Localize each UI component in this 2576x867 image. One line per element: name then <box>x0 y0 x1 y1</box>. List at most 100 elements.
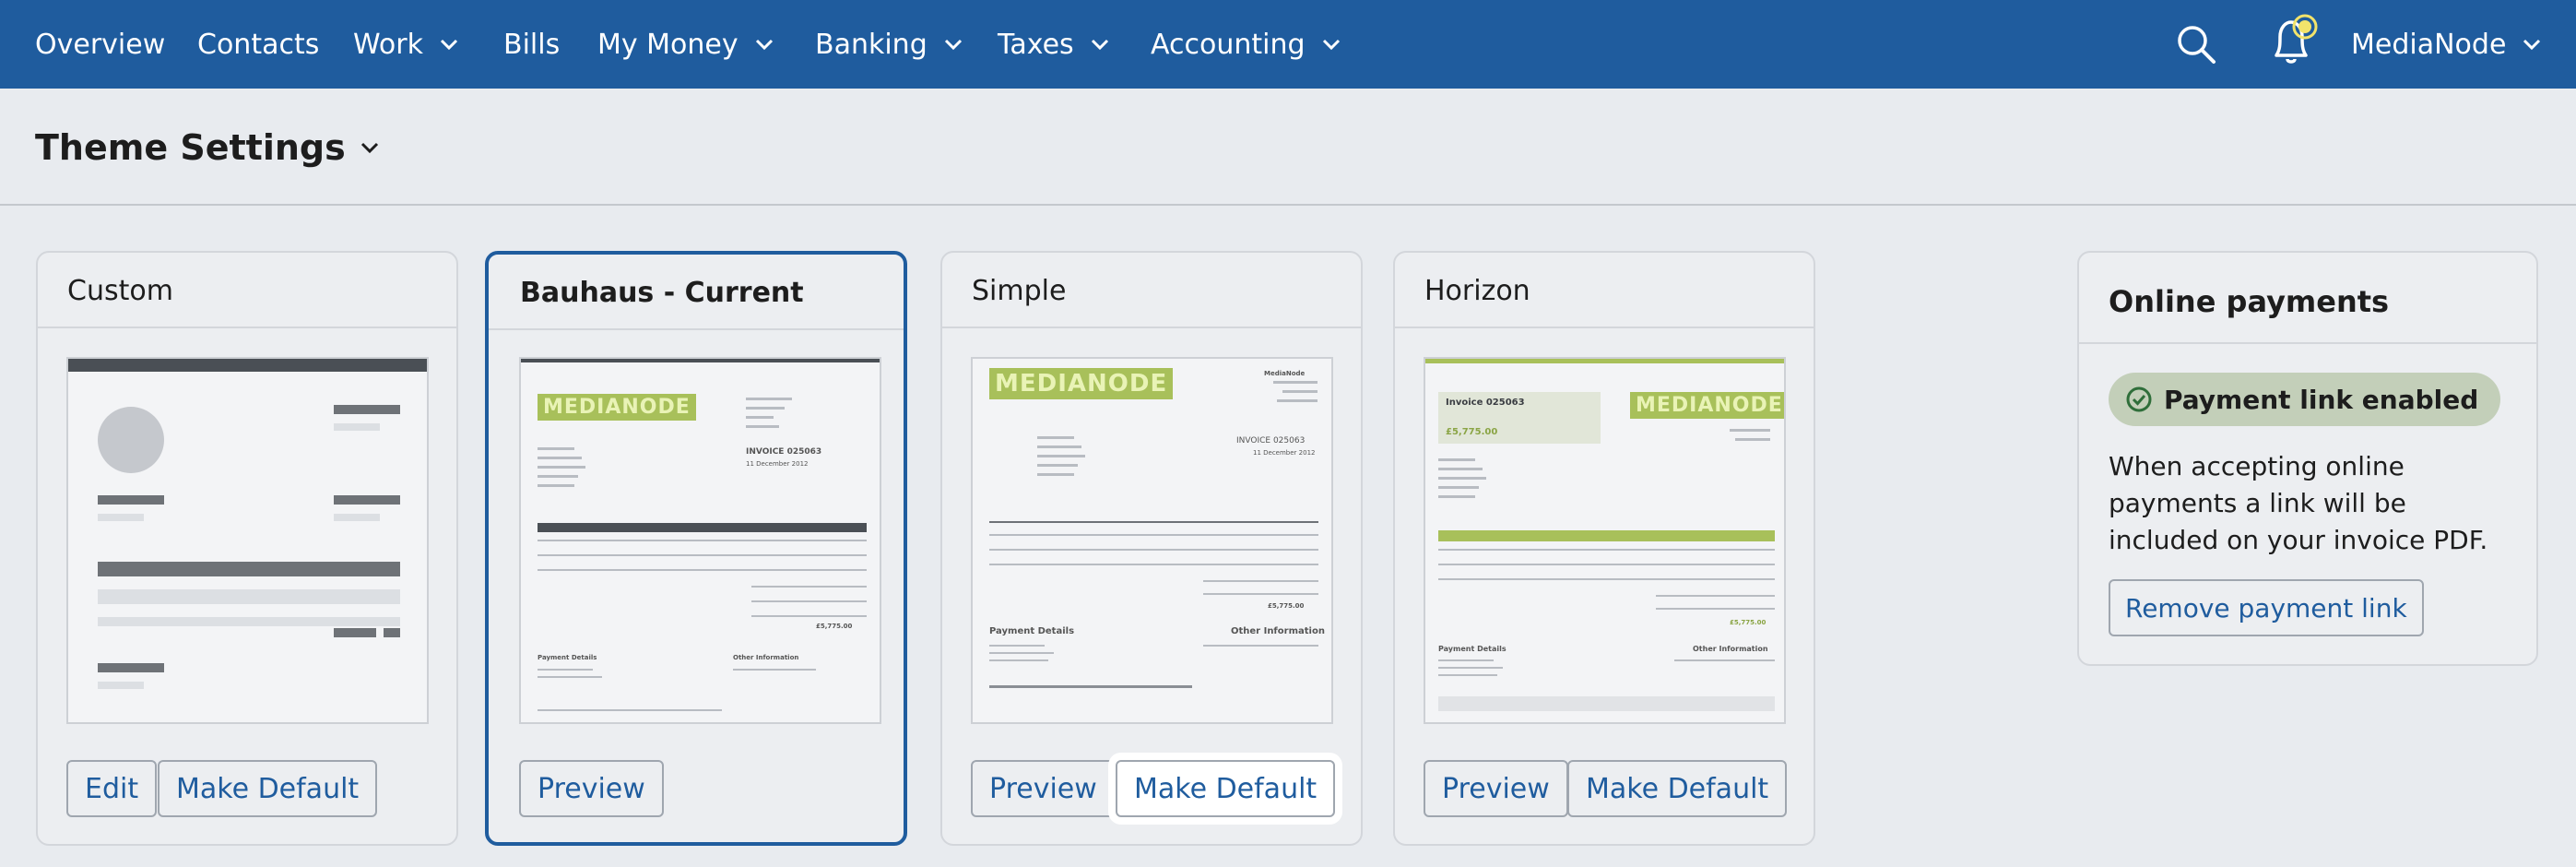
preview-logo: MEDIANODE <box>538 394 696 421</box>
nav-item-accounting[interactable]: Accounting <box>1151 0 1342 89</box>
theme-name: Simple <box>972 275 1067 307</box>
edit-button[interactable]: Edit <box>66 760 158 817</box>
theme-name: Bauhaus - Current <box>520 277 804 309</box>
chevron-down-icon <box>2521 33 2543 55</box>
nav-label: Banking <box>815 28 928 61</box>
preview-line <box>538 669 593 671</box>
preview-table-header <box>98 562 400 576</box>
preview-line <box>1037 436 1074 439</box>
preview-payment-details: Payment Details <box>538 654 597 661</box>
search-icon[interactable] <box>2176 24 2216 65</box>
nav-item-my-money[interactable]: My Money <box>597 0 775 89</box>
theme-preview-bauhaus: MEDIANODE INVOICE 025063 11 December 201… <box>519 357 881 724</box>
preview-line <box>746 407 785 410</box>
nav-item-bills[interactable]: Bills <box>503 0 560 89</box>
preview-line <box>98 682 144 689</box>
preview-line <box>1438 495 1475 498</box>
remove-payment-link-button[interactable]: Remove payment link <box>2109 579 2424 636</box>
preview-line <box>746 416 774 419</box>
preview-footer-bar <box>1438 696 1775 711</box>
preview-line <box>1674 659 1775 661</box>
preview-line <box>1273 381 1318 384</box>
make-default-button[interactable]: Make Default <box>158 760 378 817</box>
preview-line <box>1037 473 1074 476</box>
nav-label: Contacts <box>197 28 320 61</box>
make-default-button[interactable]: Make Default <box>1567 760 1788 817</box>
nav-item-banking[interactable]: Banking <box>815 0 964 89</box>
page-title: Theme Settings <box>35 127 346 168</box>
nav-label: My Money <box>597 28 739 61</box>
preview-table-row <box>98 617 400 626</box>
preview-line <box>1438 667 1503 669</box>
preview-line <box>334 495 400 505</box>
page-header: Theme Settings <box>0 89 2576 206</box>
preview-line <box>746 398 792 400</box>
preview-line <box>1438 458 1475 461</box>
preview-table-row <box>538 569 867 571</box>
preview-line <box>1203 645 1318 647</box>
preview-line <box>98 514 144 521</box>
preview-button[interactable]: Preview <box>1424 760 1568 817</box>
preview-line <box>1438 486 1479 489</box>
make-default-button[interactable]: Make Default <box>1116 760 1336 817</box>
preview-table-row <box>538 554 867 556</box>
nav-label: Work <box>353 28 423 61</box>
nav-item-work[interactable]: Work <box>353 0 460 89</box>
nav-label: Bills <box>503 28 561 61</box>
preview-line <box>538 475 578 478</box>
nav-label: Taxes <box>998 28 1074 61</box>
preview-line <box>1277 399 1318 402</box>
preview-line <box>98 663 164 672</box>
preview-line <box>751 615 867 617</box>
preview-payment-details: Payment Details <box>989 626 1075 636</box>
preview-line <box>334 514 380 521</box>
preview-table-header <box>1438 530 1775 541</box>
theme-settings-dropdown[interactable]: Theme Settings <box>35 127 381 168</box>
preview-button[interactable]: Preview <box>519 760 664 817</box>
preview-line <box>1037 455 1085 457</box>
preview-other-info: Other Information <box>1693 645 1768 653</box>
nav-item-contacts[interactable]: Contacts <box>197 0 319 89</box>
preview-header-bar <box>68 359 427 372</box>
account-name: MediaNode <box>2351 28 2507 61</box>
chevron-down-icon <box>359 137 381 159</box>
preview-table-row <box>989 534 1318 536</box>
bell-icon[interactable] <box>2263 11 2322 68</box>
preview-line <box>1656 595 1775 597</box>
account-menu[interactable]: MediaNode <box>2351 0 2543 89</box>
preview-line <box>334 628 376 637</box>
divider <box>1395 327 1814 328</box>
chevron-down-icon <box>1320 33 1342 55</box>
online-payments-title: Online payments <box>2109 284 2390 319</box>
preview-table-header <box>538 523 867 532</box>
preview-line <box>989 645 1045 647</box>
preview-line <box>1203 593 1318 595</box>
preview-logo-placeholder <box>98 407 164 473</box>
preview-line <box>989 685 1192 688</box>
preview-line <box>989 659 1048 661</box>
preview-line <box>1735 438 1770 441</box>
preview-logo: MEDIANODE <box>989 368 1174 399</box>
nav-item-taxes[interactable]: Taxes <box>998 0 1111 89</box>
chevron-down-icon <box>942 33 964 55</box>
theme-card-custom: Custom Edit Make Default <box>36 251 458 846</box>
payment-status-text: Payment link enabled <box>2164 384 2479 415</box>
preview-line <box>746 425 779 428</box>
preview-line <box>334 405 400 414</box>
divider <box>38 327 456 328</box>
nav-item-overview[interactable]: Overview <box>35 0 165 89</box>
preview-button[interactable]: Preview <box>971 760 1116 817</box>
preview-line <box>1438 674 1497 676</box>
preview-line <box>1438 477 1486 480</box>
preview-line <box>538 484 574 487</box>
preview-invoice-number: INVOICE 025063 <box>1236 436 1306 445</box>
theme-preview-simple: MEDIANODE MediaNode INVOICE 025063 11 De… <box>971 357 1333 724</box>
preview-line <box>538 447 574 450</box>
preview-line <box>1037 464 1078 467</box>
payments-description: When accepting online payments a link wi… <box>2109 451 2488 555</box>
preview-invoice-amount: £5,775.00 <box>1446 427 1498 437</box>
divider <box>2079 342 2536 344</box>
preview-invoice-date: 11 December 2012 <box>1253 449 1316 457</box>
preview-logo: MEDIANODE <box>1630 392 1784 419</box>
theme-card-simple: Simple MEDIANODE MediaNode INVOICE 02506… <box>940 251 1363 846</box>
